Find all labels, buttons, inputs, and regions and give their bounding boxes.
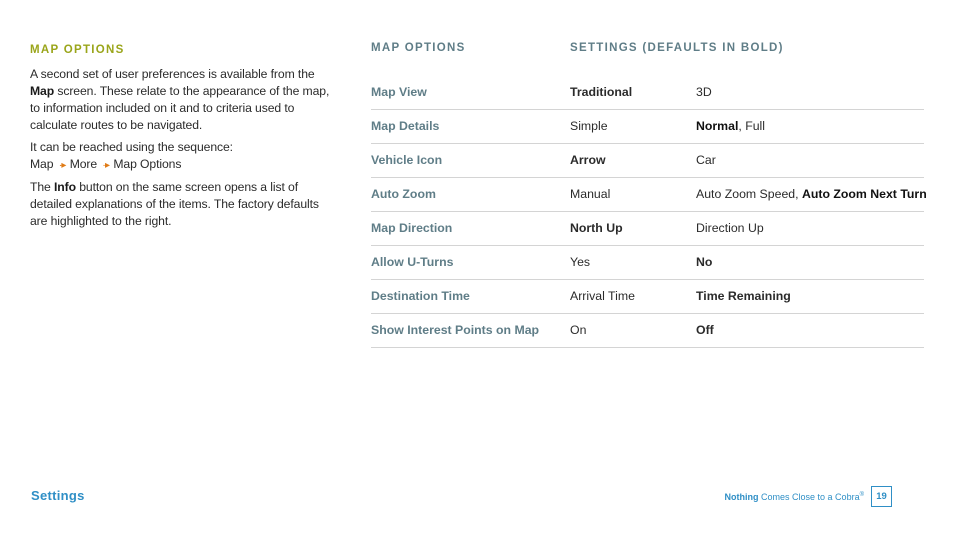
table-row: Map View Traditional 3D	[371, 76, 924, 110]
table-row: Destination Time Arrival Time Time Remai…	[371, 280, 924, 314]
table-row: Auto Zoom Manual Auto Zoom Speed, Auto Z…	[371, 178, 927, 212]
intro-paragraph: A second set of user preferences is avai…	[30, 67, 330, 132]
option-value: Direction Up	[696, 221, 764, 235]
sequence-step-map: Map	[30, 157, 54, 171]
table-row: Allow U-Turns Yes No	[371, 246, 924, 280]
option-value: Simple	[570, 119, 608, 133]
option-value: Car	[696, 153, 716, 167]
option-name: Vehicle Icon	[371, 153, 443, 167]
option-value-default: Normal	[696, 119, 739, 133]
option-value-default: Time Remaining	[696, 289, 791, 303]
footer-section-name: Settings	[31, 488, 85, 503]
table-row: Show Interest Points on Map On Off	[371, 314, 924, 348]
option-value: Arrival Time	[570, 289, 635, 303]
table-header: MAP OPTIONS SETTINGS (DEFAULTS IN BOLD)	[371, 42, 924, 76]
intro-column: MAP OPTIONS A second set of user prefere…	[30, 42, 330, 235]
table-row: Vehicle Icon Arrow Car	[371, 144, 924, 178]
option-value: , Full	[738, 119, 766, 133]
option-name: Map Details	[371, 119, 440, 133]
map-term: Map	[30, 84, 55, 98]
option-value-default: Auto Zoom Next Turn	[801, 187, 927, 201]
option-name: Show Interest Points on Map	[371, 323, 540, 337]
option-value: 3D	[696, 85, 712, 99]
section-title: MAP OPTIONS	[30, 44, 125, 56]
map-options-table: MAP OPTIONS SETTINGS (DEFAULTS IN BOLD) …	[371, 42, 927, 348]
header-map-options: MAP OPTIONS	[371, 42, 466, 54]
option-name: Allow U-Turns	[371, 255, 454, 269]
footer-tagline: Nothing Comes Close to a Cobra®	[724, 492, 864, 502]
option-value-default: Off	[696, 323, 714, 337]
table-row: Map Direction North Up Direction Up	[371, 212, 924, 246]
sequence-step-more: More	[69, 157, 98, 171]
option-value-default: North Up	[570, 221, 623, 235]
table-row: Map Details Simple Normal, Full	[371, 110, 924, 144]
option-value: Auto Zoom Speed,	[696, 187, 802, 201]
page-number: 19	[871, 486, 892, 507]
option-value-default: No	[696, 255, 713, 269]
info-term: Info	[54, 180, 76, 194]
option-name: Destination Time	[371, 289, 470, 303]
info-paragraph: The Info button on the same screen opens…	[30, 180, 319, 228]
option-name: Map View	[371, 85, 427, 99]
option-value: Yes	[570, 255, 591, 269]
option-value-group: Auto Zoom Speed, Auto Zoom Next Turn	[696, 187, 927, 201]
option-value: On	[570, 323, 587, 337]
option-value: Manual	[570, 187, 611, 201]
header-settings: SETTINGS (DEFAULTS IN BOLD)	[570, 42, 784, 54]
option-value-default: Traditional	[570, 85, 633, 99]
dotted-arrow-right-icon: ··▸	[58, 160, 67, 171]
option-name: Auto Zoom	[371, 187, 436, 201]
option-value-default: Arrow	[570, 153, 606, 167]
option-name: Map Direction	[371, 221, 453, 235]
dotted-arrow-right-icon: ··▸	[102, 160, 110, 171]
sequence-step-map-options: Map Options	[113, 157, 182, 171]
sequence-paragraph: It can be reached using the sequence: Ma…	[30, 140, 233, 171]
option-value-group: Normal, Full	[696, 119, 765, 133]
